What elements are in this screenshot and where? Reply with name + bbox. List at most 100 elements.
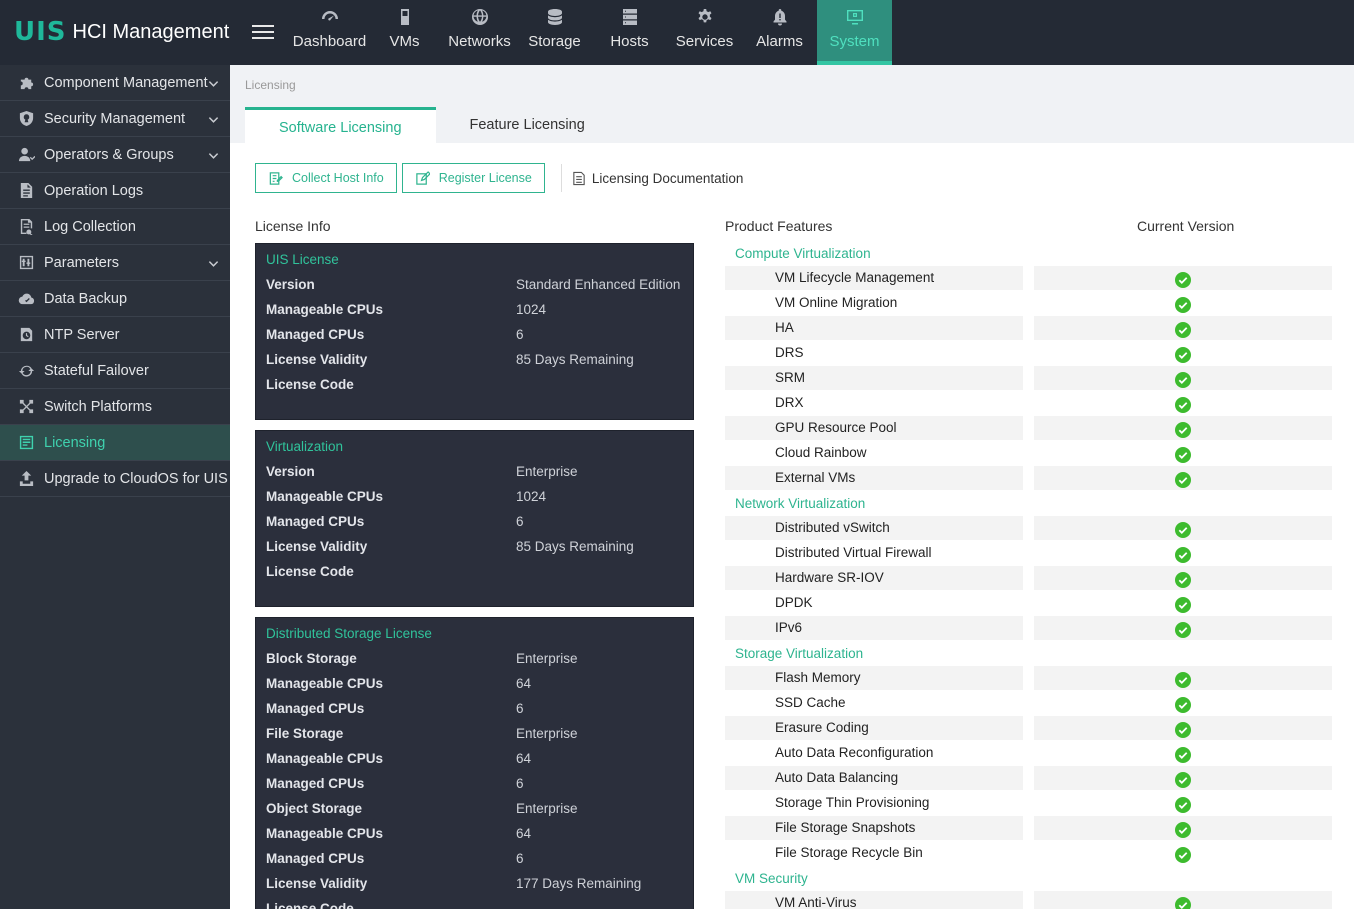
- main-content: Licensing Software Licensing Feature Lice…: [230, 65, 1354, 909]
- nav-icon-wrap: [817, 0, 892, 34]
- check-circle-icon: [1175, 297, 1191, 313]
- feature-row: SRM: [725, 366, 1332, 391]
- check-circle-icon: [1175, 722, 1191, 738]
- sidebar-item-upgrade-to-cloudos-for-uis[interactable]: Upgrade to CloudOS for UIS: [0, 461, 230, 497]
- globe-icon: [471, 9, 488, 25]
- nav-label: VMs: [389, 33, 420, 50]
- license-row: License Code: [256, 372, 693, 397]
- license-row: Object Storage Enterprise: [256, 796, 693, 821]
- sidebar-item-ntp-server[interactable]: NTP Server: [0, 317, 230, 353]
- feature-row: DRX: [725, 391, 1332, 416]
- feature-name: DPDK: [775, 595, 813, 610]
- check-circle-icon: [1175, 672, 1191, 688]
- license-row: License Validity 85 Days Remaining: [256, 347, 693, 372]
- license-card: Virtualization Version Enterprise Manageabl…: [255, 430, 694, 607]
- license-key: Manageable CPUs: [266, 676, 384, 691]
- feature-row: HA: [725, 316, 1332, 341]
- register-license-label: Register License: [438, 171, 532, 185]
- feature-row: IPv6: [725, 616, 1332, 641]
- feature-row: File Storage Snapshots: [725, 816, 1332, 841]
- sidebar-icon-wrap: [17, 290, 35, 308]
- app-logo[interactable]: UIS HCI Management: [14, 17, 229, 47]
- sidebar-item-stateful-failover[interactable]: Stateful Failover: [0, 353, 230, 389]
- collect-host-info-button[interactable]: Collect Host Info: [255, 163, 397, 193]
- feature-status: [1034, 416, 1332, 440]
- feature-status: [1034, 366, 1332, 390]
- nav-icon-wrap: [292, 0, 367, 34]
- feature-name: File Storage Recycle Bin: [775, 845, 923, 860]
- check-circle-icon: [1175, 447, 1191, 463]
- nav-vms[interactable]: VMs: [367, 0, 442, 65]
- nav-networks[interactable]: Networks: [442, 0, 517, 65]
- sidebar-icon-wrap: [17, 398, 35, 416]
- check-circle-icon: [1175, 747, 1191, 763]
- nav-alarms[interactable]: Alarms: [742, 0, 817, 65]
- license-key: File Storage: [266, 726, 344, 741]
- license-value: 85 Days Remaining: [516, 352, 634, 367]
- license-row: License Validity 177 Days Remaining: [256, 871, 693, 896]
- license-value: 64: [516, 676, 532, 691]
- feature-name: VM Lifecycle Management: [725, 266, 1023, 290]
- nav-icon-wrap: [367, 0, 442, 34]
- toolbar: Collect Host Info Register License Licen…: [255, 163, 743, 193]
- tab-software-licensing[interactable]: Software Licensing: [245, 107, 436, 143]
- toolbar-divider: [560, 164, 562, 192]
- license-row: License Validity 85 Days Remaining: [256, 534, 693, 559]
- nav-hosts[interactable]: Hosts: [592, 0, 667, 65]
- sidebar-item-log-collection[interactable]: Log Collection: [0, 209, 230, 245]
- nav-storage[interactable]: Storage: [517, 0, 592, 65]
- sidebar-item-operators-groups[interactable]: Operators & Groups: [0, 137, 230, 173]
- check-circle-icon: [1175, 597, 1191, 613]
- license-value: 64: [516, 826, 532, 841]
- server-icon: [622, 9, 637, 25]
- check-circle-icon: [1175, 347, 1191, 363]
- sidebar-item-label: Data Backup: [44, 290, 128, 307]
- license-key: License Code: [266, 564, 354, 579]
- check-circle-icon: [1175, 397, 1191, 413]
- chevron-down-icon[interactable]: [208, 77, 219, 87]
- feature-status: [1034, 566, 1332, 590]
- check-circle-icon: [1175, 697, 1191, 713]
- chevron-down-icon[interactable]: [208, 113, 219, 123]
- licensing-documentation-link[interactable]: Licensing Documentation: [572, 171, 743, 186]
- license-row: Manageable CPUs 64: [256, 821, 693, 846]
- nav-services[interactable]: Services: [667, 0, 742, 65]
- sidebar-item-label: Operators & Groups: [44, 146, 174, 163]
- sliders-icon: [19, 255, 33, 270]
- header-area: Licensing Software Licensing Feature Lice…: [230, 65, 1354, 143]
- sidebar-item-parameters[interactable]: Parameters: [0, 245, 230, 281]
- sidebar-icon-wrap: [17, 182, 35, 200]
- sidebar-item-licensing[interactable]: Licensing: [0, 425, 230, 461]
- feature-row: Distributed Virtual Firewall: [725, 541, 1332, 566]
- license-value: 64: [516, 751, 532, 766]
- feature-name: Auto Data Balancing: [725, 766, 1023, 790]
- license-row: Block Storage Enterprise: [256, 646, 693, 671]
- nav-icon-wrap: [442, 0, 517, 34]
- sidebar-item-operation-logs[interactable]: Operation Logs: [0, 173, 230, 209]
- register-license-button[interactable]: Register License: [401, 163, 545, 193]
- check-circle-icon: [1175, 622, 1191, 638]
- menu-toggle-icon[interactable]: [252, 22, 274, 42]
- sidebar-item-switch-platforms[interactable]: Switch Platforms: [0, 389, 230, 425]
- sidebar-item-component-management[interactable]: Component Management: [0, 65, 230, 101]
- license-row: License Code: [256, 896, 693, 909]
- license-key: Version: [266, 464, 315, 479]
- feature-status: [1034, 741, 1332, 765]
- features-table: Compute Virtualization VM Lifecycle Manag…: [725, 241, 1332, 909]
- tab-feature-licensing[interactable]: Feature Licensing: [436, 107, 619, 143]
- chevron-down-icon[interactable]: [208, 149, 219, 159]
- feature-status: [1034, 291, 1332, 315]
- nav-dashboard[interactable]: Dashboard: [292, 0, 367, 65]
- sidebar-item-security-management[interactable]: Security Management: [0, 101, 230, 137]
- feature-row: DRS: [725, 341, 1332, 366]
- sidebar-item-data-backup[interactable]: Data Backup: [0, 281, 230, 317]
- collect-icon: [269, 171, 283, 185]
- license-value: 6: [516, 327, 524, 342]
- feature-status: [1034, 516, 1332, 540]
- nav-label: Services: [675, 33, 734, 50]
- nav-system[interactable]: System: [817, 0, 892, 71]
- feature-row: GPU Resource Pool: [725, 416, 1332, 441]
- sidebar-item-label: Upgrade to CloudOS for UIS: [44, 470, 228, 487]
- license-key: Version: [266, 277, 315, 292]
- chevron-down-icon[interactable]: [208, 257, 219, 267]
